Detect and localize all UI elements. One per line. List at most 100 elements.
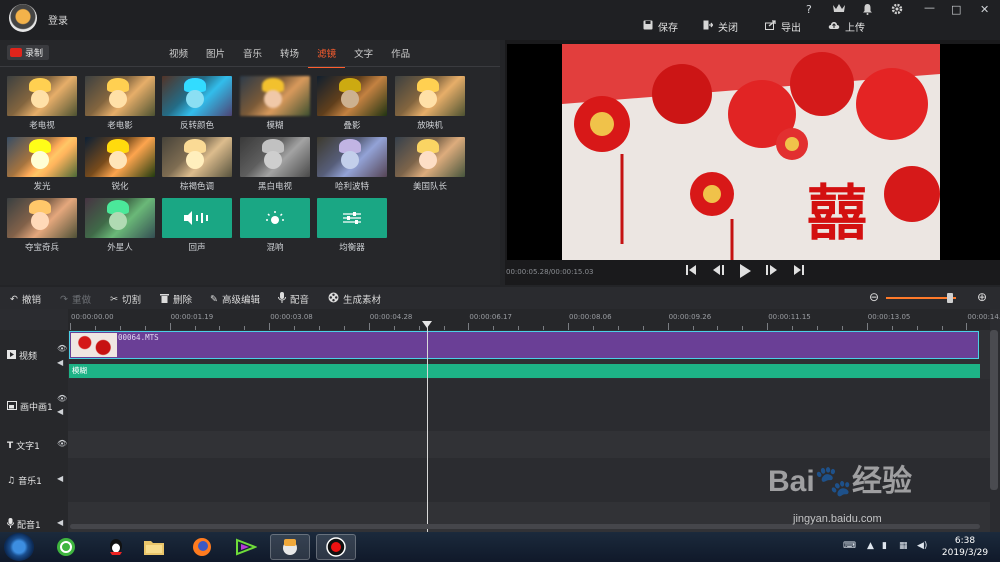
tray-expand-icon[interactable]: ▲ — [867, 541, 874, 551]
filter-item[interactable]: 反转颜色 — [162, 76, 232, 137]
title-bar: 登录 ? — □ ✕ 保存 关闭 导出 上传 — [0, 0, 1000, 40]
battery-icon[interactable]: ▮ — [882, 541, 887, 551]
timeline-vertical-scrollbar[interactable] — [990, 330, 998, 490]
media-player-icon[interactable] — [226, 534, 266, 560]
step-back-icon[interactable] — [711, 264, 725, 282]
play-icon[interactable] — [739, 264, 751, 282]
filter-item[interactable]: 锐化 — [85, 137, 155, 198]
filter-label: 发光 — [33, 182, 51, 192]
filter-item[interactable]: 回声 — [162, 198, 232, 259]
advanced-edit-button[interactable]: ✎ 高级编辑 — [210, 292, 260, 307]
keyboard-icon[interactable]: ⌨ — [843, 541, 856, 551]
filter-item[interactable]: 黑白电视 — [240, 137, 310, 198]
ruler-tick-label: 00:00:01.19 — [170, 313, 214, 321]
tab-transition[interactable]: 转场 — [271, 44, 308, 68]
maximize-icon[interactable]: □ — [951, 3, 961, 16]
filter-item[interactable]: 放映机 — [395, 76, 465, 137]
cut-button[interactable]: ✂ 切割 — [110, 292, 141, 307]
filter-item[interactable]: 混响 — [240, 198, 310, 259]
tab-music[interactable]: 音乐 — [234, 44, 271, 68]
filter-item[interactable]: 外星人 — [85, 198, 155, 259]
firefox-icon[interactable] — [182, 534, 222, 560]
close-window-icon[interactable]: ✕ — [980, 3, 989, 16]
volume-icon[interactable]: ◀) — [917, 541, 927, 551]
speaker-icon[interactable]: ◀ — [57, 474, 63, 483]
microphone-icon — [7, 518, 14, 531]
video-clip[interactable]: 00064.MTS — [69, 331, 979, 359]
eye-icon[interactable]: 👁 — [57, 439, 67, 448]
speaker-icon[interactable]: ◀ — [57, 518, 63, 527]
filter-item[interactable]: 老电影 — [85, 76, 155, 137]
tab-works[interactable]: 作品 — [382, 44, 419, 68]
export-icon — [765, 20, 776, 33]
zoom-slider[interactable] — [886, 297, 956, 299]
screen-recorder-icon[interactable] — [316, 534, 356, 560]
eye-icon[interactable]: 👁 — [57, 344, 67, 353]
help-icon[interactable]: ? — [806, 3, 812, 16]
login-link[interactable]: 登录 — [48, 12, 68, 27]
upload-button[interactable]: 上传 — [828, 19, 865, 34]
undo-button[interactable]: ↶ 撤销 — [10, 292, 41, 307]
filter-item[interactable]: 哈利波特 — [317, 137, 387, 198]
generate-material-button[interactable]: 生成素材 — [328, 292, 381, 306]
speaker-icon[interactable]: ◀ — [57, 407, 63, 416]
upload-icon — [828, 20, 840, 33]
step-forward-icon[interactable] — [765, 264, 779, 282]
record-icon — [10, 48, 22, 57]
delete-button[interactable]: 删除 — [160, 292, 192, 306]
video-editor-taskbar-icon[interactable] — [270, 534, 310, 560]
player-controls — [685, 264, 805, 282]
browser-360-icon[interactable] — [46, 534, 86, 560]
filter-thumbnail — [317, 137, 387, 177]
filter-item[interactable]: 叠影 — [317, 76, 387, 137]
filter-item[interactable]: 老电视 — [7, 76, 77, 137]
preview-frame: 囍 — [562, 44, 940, 260]
filter-clip[interactable]: 模糊 — [69, 364, 980, 378]
ruler-tick-label: 00:00:11.15 — [768, 313, 811, 321]
tab-video[interactable]: 视频 — [160, 44, 197, 68]
start-button[interactable] — [4, 533, 34, 561]
zoom-slider-handle[interactable] — [947, 293, 953, 303]
film-reel-icon — [328, 292, 339, 306]
ruler-tick — [368, 323, 370, 330]
speaker-icon[interactable]: ◀ — [57, 358, 63, 367]
tab-text[interactable]: 文字 — [345, 44, 382, 68]
time-ruler[interactable]: 00:00:00.00 00:00:01.19 00:00:03.08 00:00:0… — [68, 309, 1000, 330]
eye-icon[interactable]: 👁 — [57, 394, 67, 403]
vip-icon[interactable] — [832, 2, 846, 16]
redo-button[interactable]: ↷ 重做 — [60, 292, 91, 307]
tab-filter[interactable]: 滤镜 — [308, 44, 346, 68]
ruler-tick — [568, 323, 569, 330]
close-project-button[interactable]: 关闭 — [703, 19, 738, 34]
filter-thumbnail — [395, 137, 465, 177]
skip-start-icon[interactable] — [685, 264, 697, 282]
record-button[interactable]: 录制 — [7, 45, 49, 60]
dub-button[interactable]: 配音 — [278, 292, 309, 306]
zoom-in-icon[interactable]: ⊕ — [977, 290, 987, 304]
equalizer-icon — [317, 198, 387, 238]
pencil-icon: ✎ — [210, 293, 218, 305]
bell-icon[interactable] — [862, 3, 873, 18]
playhead-handle[interactable] — [422, 321, 432, 328]
tab-image[interactable]: 图片 — [197, 44, 234, 68]
system-clock[interactable]: 6:38 2019/3/29 — [936, 535, 994, 559]
filter-item[interactable]: 发光 — [7, 137, 77, 198]
qq-icon[interactable] — [96, 534, 136, 560]
ruler-tick-label: 00:00:14. — [967, 313, 1000, 321]
export-button[interactable]: 导出 — [765, 19, 801, 34]
gear-icon[interactable] — [891, 3, 903, 18]
filter-label: 美国队长 — [412, 182, 447, 192]
filter-item[interactable]: 棕褐色调 — [162, 137, 232, 198]
file-explorer-icon[interactable] — [134, 534, 174, 560]
zoom-out-icon[interactable]: ⊖ — [869, 290, 879, 304]
filter-item[interactable]: 夺宝奇兵 — [7, 198, 77, 259]
skip-end-icon[interactable] — [793, 264, 805, 282]
filter-item[interactable]: 美国队长 — [395, 137, 465, 198]
filter-item[interactable]: 模糊 — [240, 76, 310, 137]
filter-item[interactable]: 均衡器 — [317, 198, 387, 259]
playhead-line[interactable] — [427, 322, 428, 532]
save-button[interactable]: 保存 — [643, 19, 678, 34]
network-icon[interactable]: ▦ — [899, 541, 908, 551]
minimize-icon[interactable]: — — [924, 1, 935, 14]
redo-icon: ↷ — [60, 293, 68, 305]
